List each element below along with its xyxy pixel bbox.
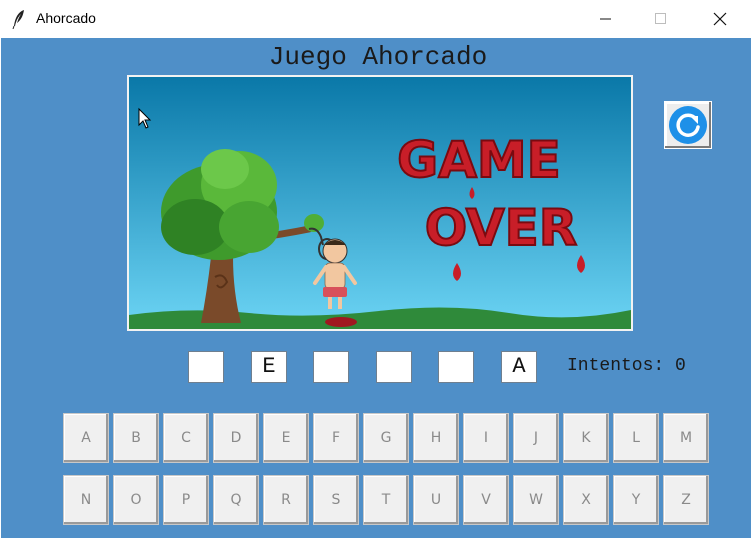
letter-slot-4 bbox=[376, 351, 412, 383]
letter-slot-1 bbox=[188, 351, 224, 383]
key-s[interactable]: S bbox=[313, 475, 359, 525]
key-j[interactable]: J bbox=[513, 413, 559, 463]
letter-slot-6: A bbox=[501, 351, 537, 383]
key-m[interactable]: M bbox=[663, 413, 709, 463]
minimize-icon bbox=[600, 18, 611, 20]
scene-illustration: GAME OVER bbox=[129, 77, 631, 329]
key-b[interactable]: B bbox=[113, 413, 159, 463]
key-z[interactable]: Z bbox=[663, 475, 709, 525]
key-q[interactable]: Q bbox=[213, 475, 259, 525]
maximize-icon bbox=[655, 13, 666, 24]
hangman-scene: GAME OVER bbox=[127, 75, 633, 331]
key-n[interactable]: N bbox=[63, 475, 109, 525]
reset-button[interactable] bbox=[664, 101, 712, 149]
letter-slot-5 bbox=[438, 351, 474, 383]
feather-icon bbox=[12, 10, 24, 29]
key-r[interactable]: R bbox=[263, 475, 309, 525]
key-c[interactable]: C bbox=[163, 413, 209, 463]
key-k[interactable]: K bbox=[563, 413, 609, 463]
window-title: Ahorcado bbox=[36, 10, 96, 26]
key-h[interactable]: H bbox=[413, 413, 459, 463]
key-t[interactable]: T bbox=[363, 475, 409, 525]
game-window: Juego Ahorcado GAME OVER E A Intentos: 0… bbox=[1, 38, 751, 538]
close-icon bbox=[713, 12, 727, 26]
refresh-icon bbox=[669, 106, 707, 144]
key-a[interactable]: A bbox=[63, 413, 109, 463]
close-button[interactable] bbox=[697, 0, 743, 38]
key-y[interactable]: Y bbox=[613, 475, 659, 525]
attempts-counter: Intentos: 0 bbox=[567, 356, 686, 376]
key-f[interactable]: F bbox=[313, 413, 359, 463]
key-u[interactable]: U bbox=[413, 475, 459, 525]
blood-puddle bbox=[325, 317, 357, 327]
game-over-line2: OVER bbox=[425, 199, 578, 257]
letter-slot-3 bbox=[313, 351, 349, 383]
maximize-button[interactable] bbox=[638, 0, 684, 38]
key-e[interactable]: E bbox=[263, 413, 309, 463]
key-o[interactable]: O bbox=[113, 475, 159, 525]
key-p[interactable]: P bbox=[163, 475, 209, 525]
key-x[interactable]: X bbox=[563, 475, 609, 525]
game-title: Juego Ahorcado bbox=[268, 42, 488, 72]
window-titlebar: Ahorcado bbox=[0, 0, 752, 38]
key-i[interactable]: I bbox=[463, 413, 509, 463]
minimize-button[interactable] bbox=[583, 0, 629, 38]
game-over-line1: GAME bbox=[397, 131, 561, 189]
key-d[interactable]: D bbox=[213, 413, 259, 463]
key-w[interactable]: W bbox=[513, 475, 559, 525]
key-g[interactable]: G bbox=[363, 413, 409, 463]
key-l[interactable]: L bbox=[613, 413, 659, 463]
letter-slot-2: E bbox=[251, 351, 287, 383]
key-v[interactable]: V bbox=[463, 475, 509, 525]
